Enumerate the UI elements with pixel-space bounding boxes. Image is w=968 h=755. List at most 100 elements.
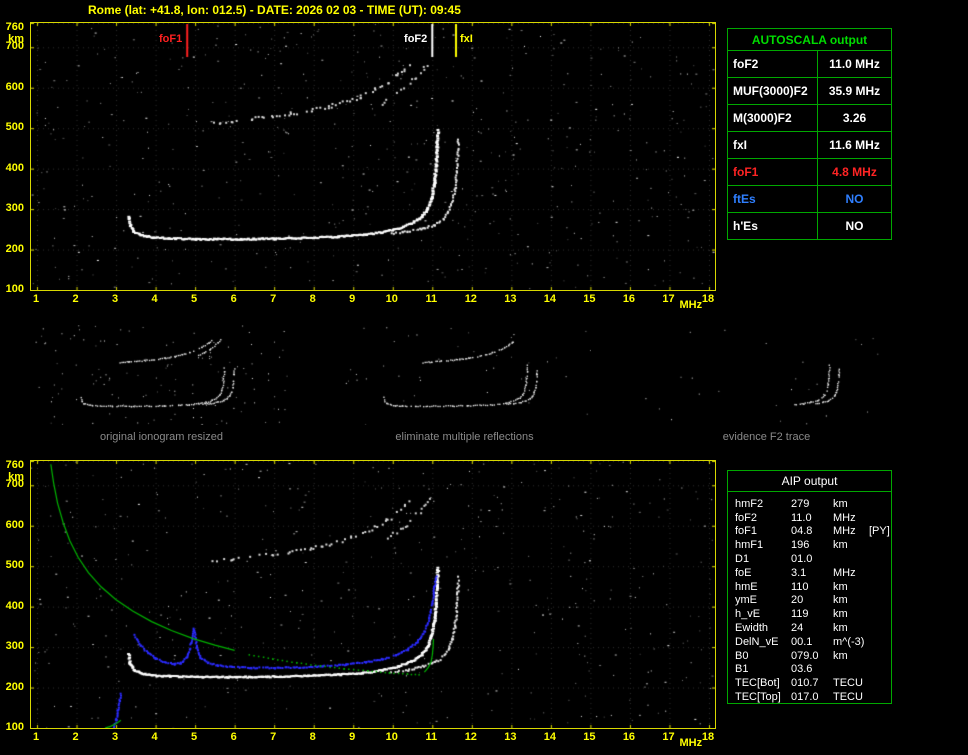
aip-unit: km (833, 622, 848, 635)
x-axis-tick-label: 7 (270, 293, 277, 305)
aip-name: h_vE (735, 608, 761, 621)
parameter-name: MUF(3000)F2 (728, 78, 818, 104)
aip-name: TEC[Bot] (735, 677, 780, 690)
x-axis-tick-label: 16 (622, 731, 636, 743)
x-axis-tick-label: 12 (464, 293, 477, 305)
x-axis-unit-label: MHz (679, 737, 703, 749)
thumbnail-caption-eliminate: eliminate multiple reflections (395, 431, 534, 443)
parameter-value: 11.0 MHz (829, 57, 880, 71)
page-title: Rome (lat: +41.8, lon: 012.5) - DATE: 20… (88, 3, 461, 17)
x-axis-tick-label: 10 (385, 293, 398, 305)
aip-row-B1: B1 03.6 (735, 663, 891, 677)
parameter-name: M(3000)F2 (728, 105, 818, 131)
aip-value: 119 (791, 608, 809, 621)
aip-unit: km (833, 539, 848, 552)
x-axis-tick-label: 2 (72, 731, 79, 743)
aip-name: hmF2 (735, 497, 764, 510)
scaled-ionogram-plot (30, 22, 716, 291)
aip-unit: TECU (833, 677, 863, 690)
aip-row-hmF1: hmF1 196 km (735, 538, 891, 552)
aip-unit: MHz (833, 525, 856, 538)
x-axis-tick-label: 13 (504, 293, 517, 305)
x-axis-tick-label: 9 (349, 731, 356, 743)
aip-name: B0 (735, 649, 749, 662)
x-axis-tick-label: 14 (543, 731, 556, 743)
parameter-name: h'Es (728, 213, 818, 239)
aip-unit: km (833, 594, 848, 607)
aip-output-table: AIP output hmF2 279 km foF2 11.0 MHz foF1 04.8 M… (727, 470, 892, 704)
aip-name: foF2 (735, 511, 758, 524)
y-axis-tick-label: 100 (5, 283, 24, 295)
aip-value: 03.6 (791, 663, 813, 676)
y-axis-tick-label: 700 (5, 478, 24, 491)
aip-row-h_vE: h_vE 119 km (735, 607, 891, 621)
aip-row-TEC[Top]: TEC[Top] 017.0 TECU (735, 690, 891, 704)
aip-value: 3.1 (791, 566, 807, 579)
x-axis-tick-label: 7 (270, 731, 277, 743)
parameter-name: ftEs (728, 186, 818, 212)
ionogram-canvas (31, 461, 715, 728)
marker-label-foF1: foF1 (158, 33, 183, 45)
x-axis-tick-label: 6 (230, 731, 237, 743)
aip-unit: km (833, 497, 848, 510)
parameter-name: foF1 (728, 159, 818, 185)
aip-name: Ewidth (735, 622, 769, 635)
x-axis-tick-label: 11 (425, 731, 438, 743)
y-axis-tick-label: 500 (5, 559, 24, 572)
autoscala-row-MUF(3000)F2: MUF(3000)F2 35.9 MHz (728, 78, 891, 105)
marker-label-foF2: foF2 (404, 33, 428, 45)
aip-row-ymE: ymE 20 km (735, 594, 891, 608)
y-axis-tick-label: 200 (5, 680, 24, 693)
x-axis-tick-label: 2 (72, 293, 79, 305)
parameter-name: fxI (728, 132, 818, 158)
ionogram-canvas (31, 23, 715, 290)
autoscala-table-title: AUTOSCALA output (728, 29, 891, 51)
aip-unit: km (833, 608, 848, 621)
aip-unit: MHz (833, 511, 856, 524)
x-axis-tick-label: 15 (583, 731, 596, 743)
aip-value: 01.0 (791, 553, 813, 566)
x-axis-tick-label: 3 (111, 293, 119, 305)
thumbnail-evidence-f2 (640, 325, 893, 425)
thumbnail-caption-evidence: evidence F2 trace (722, 431, 811, 443)
parameter-value: 3.26 (842, 111, 867, 125)
parameter-value: 11.6 MHz (829, 138, 880, 152)
aip-row-hmE: hmE 110 km (735, 580, 891, 594)
x-axis-tick-label: 10 (385, 731, 398, 743)
parameter-value: 4.8 MHz (832, 165, 877, 179)
y-axis-tick-label: 400 (5, 599, 24, 612)
aip-row-Ewidth: Ewidth 24 km (735, 621, 891, 635)
autoscala-row-foF1: foF1 4.8 MHz (728, 159, 891, 186)
aip-value: 04.8 (791, 525, 813, 538)
aip-unit: MHz (833, 566, 856, 579)
x-axis-unit-label: MHz (679, 299, 703, 311)
thumbnail-canvas (35, 325, 288, 425)
x-axis-tick-label: 4 (151, 293, 158, 305)
y-axis-tick-label: 400 (5, 161, 24, 174)
aip-value: 196 (791, 539, 810, 552)
x-axis-tick-label: 12 (464, 731, 477, 743)
autoscala-row-foF2: foF2 11.0 MHz (728, 51, 891, 78)
aip-row-foE: foE 3.1 MHz (735, 566, 891, 580)
x-axis-tick-label: 13 (504, 731, 517, 743)
x-axis-tick-label: 5 (191, 731, 198, 743)
aip-name: foE (735, 566, 752, 579)
y-axis-tick-label: 300 (5, 202, 24, 215)
x-axis-tick-label: 8 (309, 293, 316, 305)
aip-row-foF2: foF2 11.0 MHz (735, 511, 891, 525)
autoscala-output-table: AUTOSCALA output foF2 11.0 MHz MUF(3000)F2… (727, 28, 892, 240)
aip-name: hmE (735, 580, 758, 593)
autoscala-row-ftEs: ftEs NO (728, 186, 891, 213)
aip-value: 010.7 (791, 677, 819, 690)
aip-row-D1: D1 01.0 (735, 552, 891, 566)
aip-name: hmF1 (735, 539, 764, 552)
aip-value: 00.1 (791, 635, 813, 648)
x-axis-tick-label: 11 (425, 293, 438, 305)
x-axis-tick-label: 1 (32, 731, 40, 743)
x-axis-tick-label: 8 (309, 731, 316, 743)
y-axis-tick-label: 100 (5, 721, 24, 733)
aip-row-B0: B0 079.0 km (735, 649, 891, 663)
aip-name: foF1 (735, 525, 758, 538)
thumbnail-canvas (338, 325, 591, 425)
parameter-value: NO (845, 192, 864, 206)
